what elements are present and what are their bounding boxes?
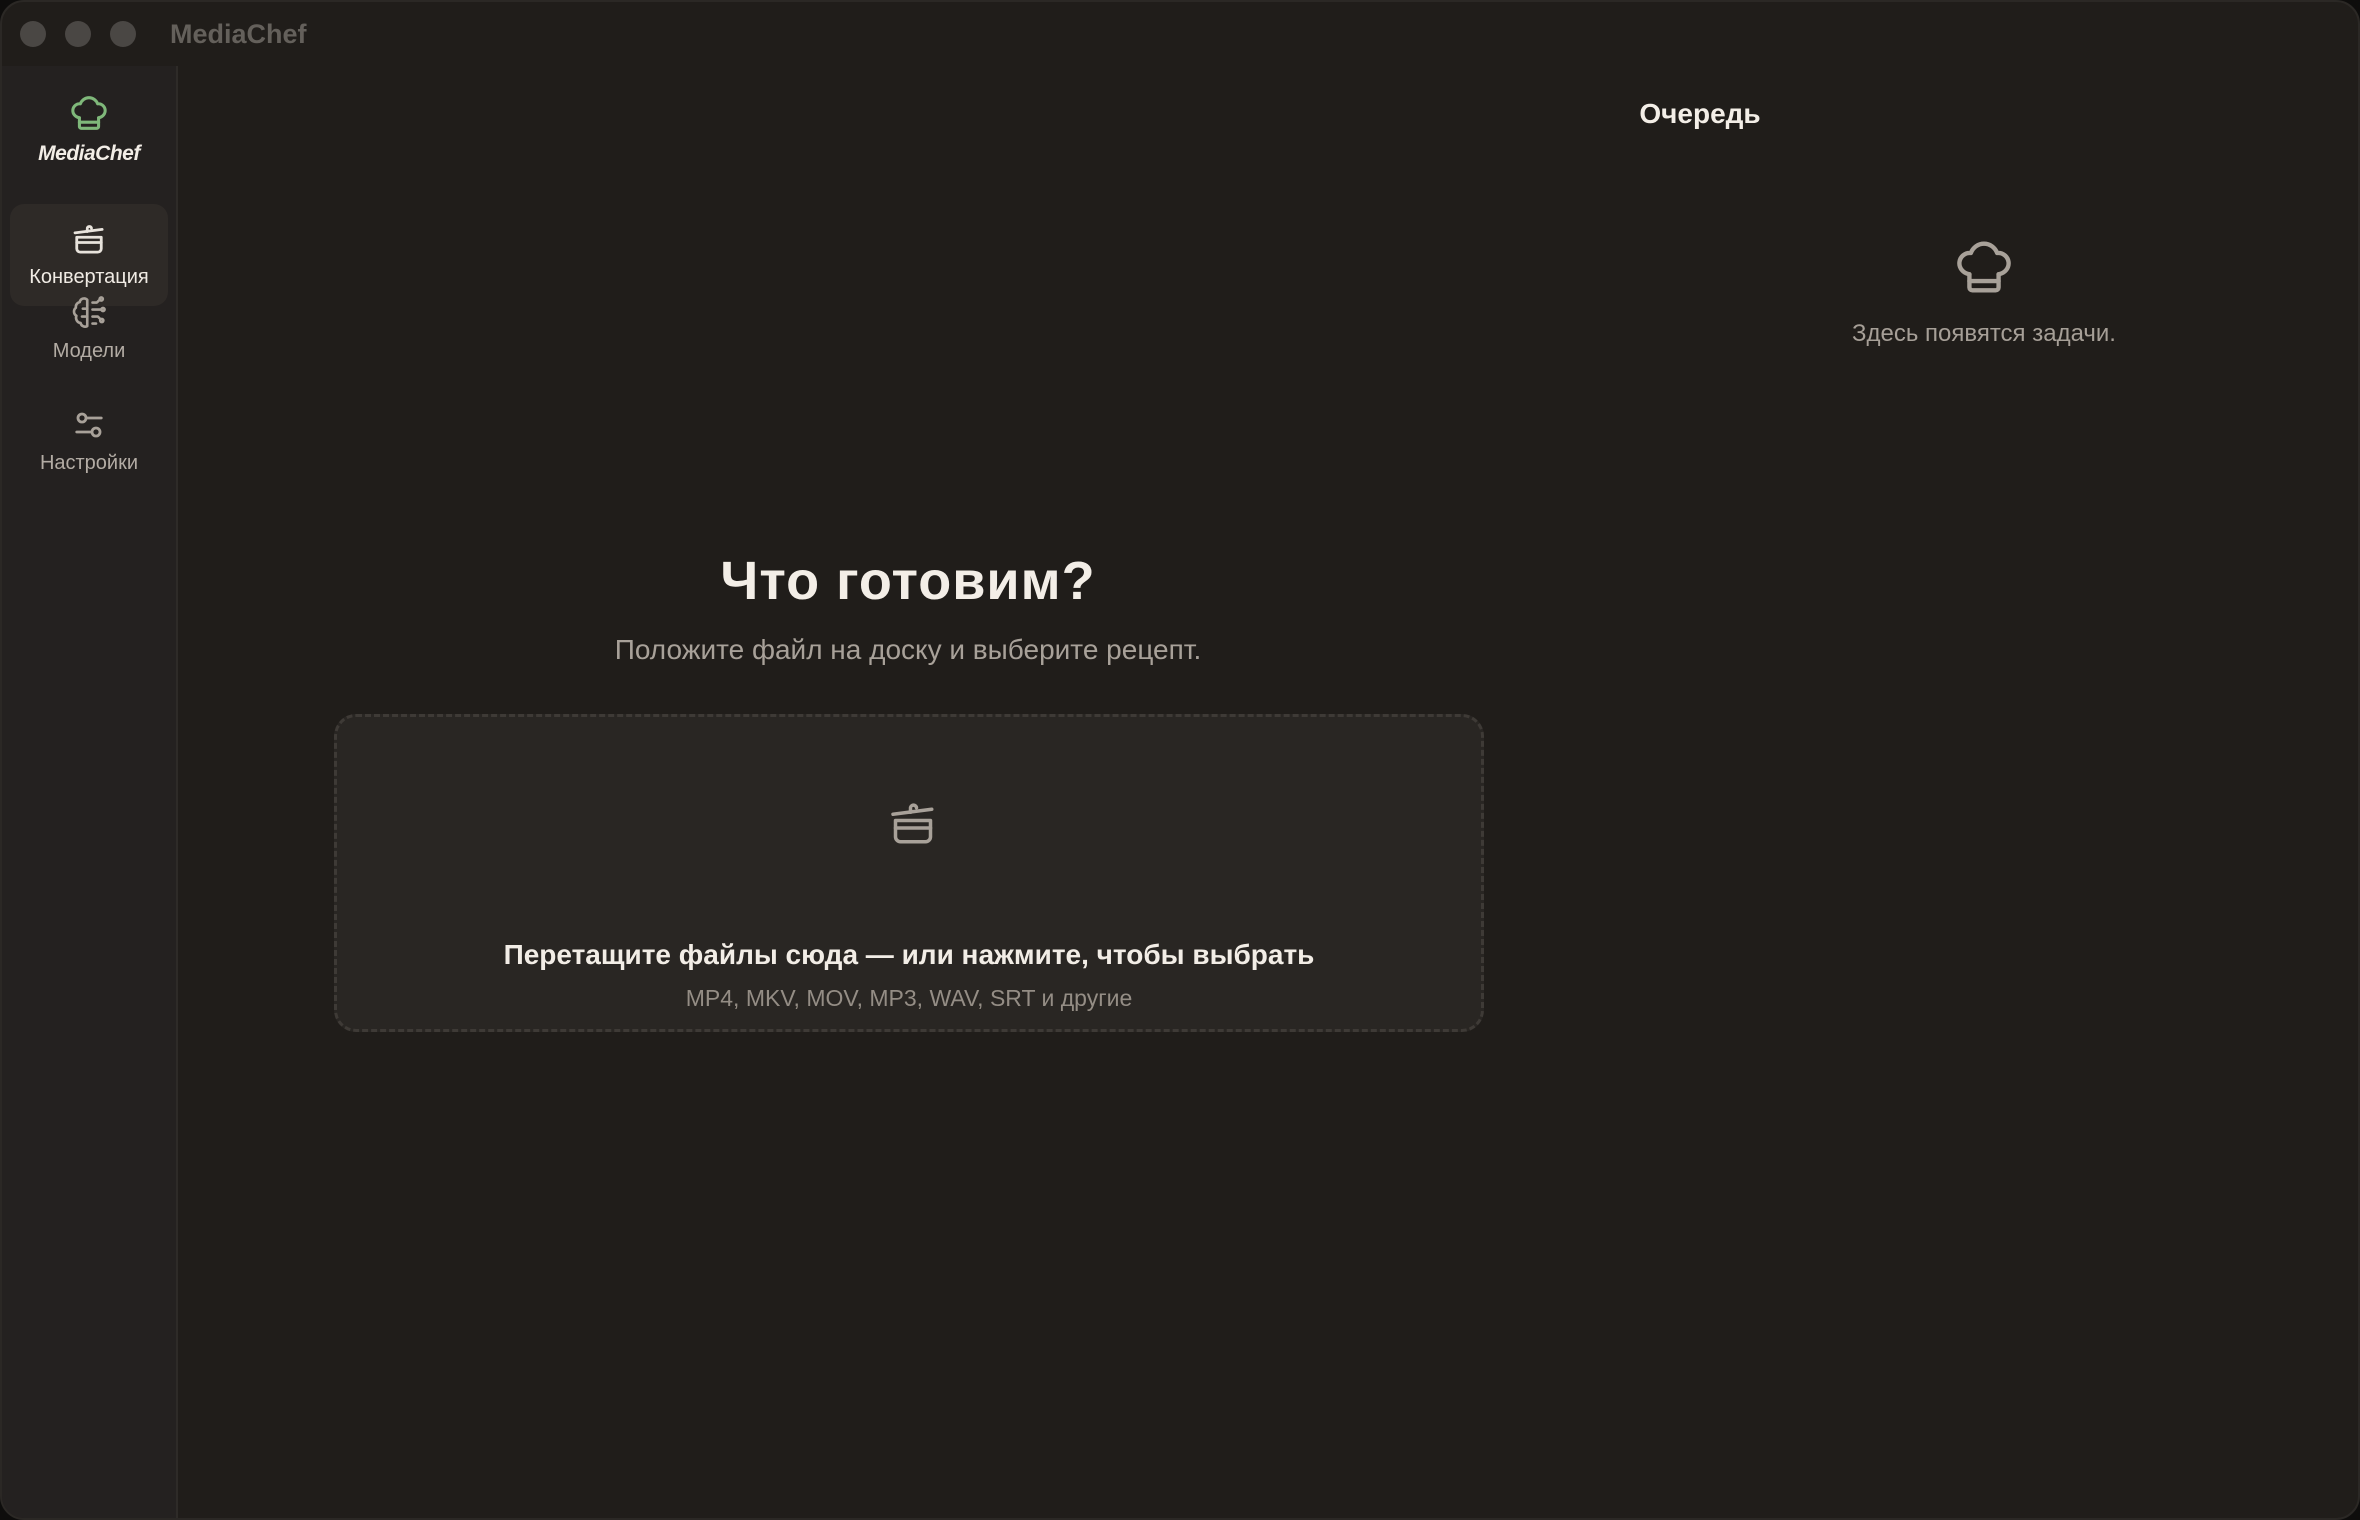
title-bar: MediaChef	[2, 2, 2358, 66]
file-dropzone[interactable]: Перетащите файлы сюда — или нажмите, что…	[334, 714, 1484, 1032]
chef-hat-icon	[1957, 241, 2011, 293]
close-window-button[interactable]	[20, 21, 46, 47]
page-heading: Что готовим?	[720, 551, 1096, 611]
page-subheading: Положите файл на доску и выберите рецепт…	[614, 634, 1202, 665]
app-window: MediaChef MediaChef Конвертация Модели Н…	[0, 0, 2360, 1520]
brand-logo: MediaChef	[2, 90, 176, 166]
dropzone-title: Перетащите файлы сюда — или нажмите, что…	[503, 939, 1315, 970]
zoom-window-button[interactable]	[110, 21, 136, 47]
sidebar: MediaChef Конвертация Модели Настройки	[2, 66, 178, 1518]
sidebar-item-label: Модели	[52, 340, 126, 362]
chef-hat-icon	[71, 96, 107, 130]
brand-name: MediaChef	[38, 142, 140, 165]
dropzone-formats: MP4, MKV, MOV, MP3, WAV, SRT и другие	[685, 985, 1133, 1011]
pot-icon	[73, 225, 104, 254]
sidebar-item-models[interactable]: Модели	[10, 278, 168, 380]
sidebar-item-label: Настройки	[39, 452, 139, 474]
queue-title: Очередь	[1639, 98, 1761, 129]
pot-icon	[891, 803, 934, 844]
queue-empty-message: Здесь появятся задачи.	[1852, 320, 2116, 347]
brain-icon	[72, 296, 106, 328]
minimize-window-button[interactable]	[65, 21, 91, 47]
sliders-icon	[75, 412, 103, 438]
sidebar-item-settings[interactable]: Настройки	[10, 390, 168, 492]
window-title: MediaChef	[170, 19, 307, 49]
